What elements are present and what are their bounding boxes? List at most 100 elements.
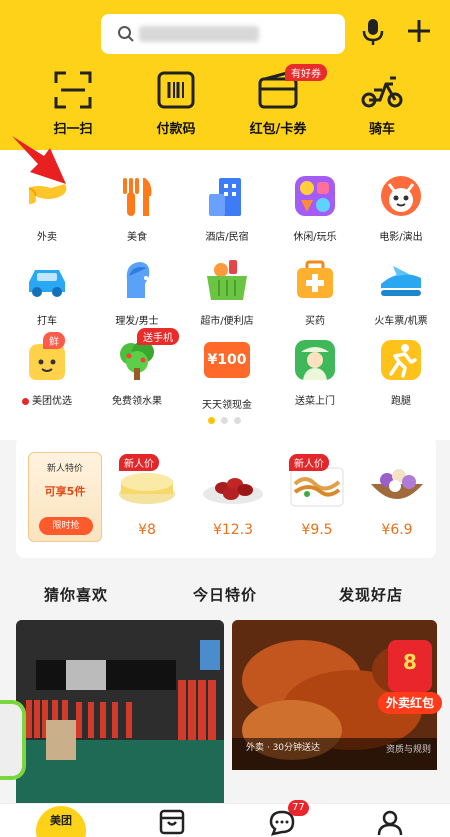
category-taxi[interactable]: 打车 <box>2 258 92 327</box>
orders-icon <box>159 809 185 835</box>
dates-icon <box>203 478 263 504</box>
promo-price: ¥12.3 <box>212 522 254 538</box>
page-indicator <box>208 417 241 424</box>
promo-price: ¥6.9 <box>381 522 413 538</box>
category-movie[interactable]: 电影/演出 <box>356 174 446 243</box>
search-placeholder <box>139 26 259 42</box>
quick-payment-code[interactable]: 付款码 <box>131 68 221 137</box>
app-screen: 扫一扫 付款码 有好券 红包/卡券 骑车 外卖 美食 酒店/民宿 休闲/玩乐 电… <box>0 0 450 837</box>
category-hotel[interactable]: 酒店/民宿 <box>182 174 272 243</box>
profile-icon <box>377 810 403 836</box>
quick-scan[interactable]: 扫一扫 <box>28 68 118 137</box>
taxi-icon <box>29 270 65 297</box>
message-badge: 77 <box>288 800 309 816</box>
category-medicine[interactable]: 买药 <box>270 258 360 327</box>
floating-side-handle[interactable] <box>0 700 26 780</box>
tab-daily-deals[interactable]: 今日特价 <box>193 584 257 605</box>
new-user-promo[interactable]: 新人特价 可享5件 限时抢 新人价 ¥8 ¥12.3 新人价 ¥9.5 ¥6.9 <box>16 436 436 558</box>
microphone-icon[interactable] <box>362 18 384 46</box>
nav-profile[interactable] <box>370 808 410 837</box>
page-dot-active <box>208 417 215 424</box>
train-plane-icon <box>381 266 421 296</box>
category-label: 电影/演出 <box>379 232 423 243</box>
grocery-delivery-icon <box>295 340 335 380</box>
search-icon <box>118 26 134 42</box>
promo-item[interactable]: 新人价 ¥9.5 <box>282 454 352 538</box>
promo-price: ¥9.5 <box>301 522 333 538</box>
tab-discover-shops[interactable]: 发现好店 <box>339 584 403 605</box>
category-label: 理发/男士 <box>115 316 159 327</box>
barcode-icon <box>157 71 195 109</box>
promo-item[interactable]: ¥6.9 <box>362 454 432 538</box>
category-youxuan[interactable]: 鲜 美团优选 <box>2 332 92 407</box>
header: 扫一扫 付款码 有好券 红包/卡券 骑车 <box>0 0 450 150</box>
category-label: 外卖 <box>37 232 57 243</box>
category-label: 免费领水果 <box>112 396 162 407</box>
category-label: 送菜上门 <box>295 396 335 407</box>
feed-card-store[interactable] <box>16 620 224 805</box>
category-label: 跑腿 <box>391 396 411 407</box>
takeout-red-packet[interactable]: 8 外卖红包 <box>378 640 442 718</box>
category-label: 休闲/玩乐 <box>293 232 337 243</box>
notification-dot <box>22 397 29 405</box>
category-label: 美食 <box>127 232 147 243</box>
coupon-badge: 有好券 <box>285 64 327 81</box>
feed-caption: 资质与规则 外卖 · 30分钟送达 <box>232 738 437 770</box>
promo-item[interactable]: 新人价 ¥8 <box>112 454 182 538</box>
search-input[interactable] <box>101 14 345 54</box>
errand-icon <box>381 340 421 380</box>
category-errand[interactable]: 跑腿 <box>356 338 446 407</box>
plus-icon[interactable] <box>405 17 433 45</box>
category-label: 美团优选 <box>2 392 92 407</box>
cash-icon: ¥100 <box>204 342 250 378</box>
red-packet-amount: 8 <box>403 650 417 674</box>
page-dot <box>221 417 228 424</box>
category-fruit[interactable]: 送手机 免费领水果 <box>92 328 182 407</box>
promo-subtitle: 可享5件 <box>44 485 86 498</box>
category-train-plane[interactable]: 火车票/机票 <box>356 258 446 327</box>
promo-grab-button[interactable]: 限时抢 <box>39 517 93 535</box>
quick-coupons[interactable]: 有好券 红包/卡券 <box>233 64 327 137</box>
new-user-tag: 新人价 <box>289 454 329 471</box>
red-packet-label: 外卖红包 <box>378 692 442 714</box>
category-label: 买药 <box>305 316 325 327</box>
category-barber[interactable]: 理发/男士 <box>92 258 182 327</box>
category-cash[interactable]: ¥100 天天领现金 <box>182 338 272 411</box>
qualification-rules-link[interactable]: 资质与规则 <box>386 740 431 760</box>
taro-icon <box>371 469 423 499</box>
promo-title: 新人特价 <box>46 464 83 474</box>
leisure-icon <box>295 176 335 216</box>
scooter-icon <box>361 76 403 108</box>
food-icon <box>123 178 152 216</box>
category-grid: 外卖 美食 酒店/民宿 休闲/玩乐 电影/演出 打车 理发/男士 超市/便利店 … <box>0 150 450 440</box>
promo-item[interactable]: ¥12.3 <box>198 454 268 538</box>
red-arrow-annotation <box>12 136 66 184</box>
promo-card[interactable]: 新人特价 可享5件 限时抢 <box>28 452 102 542</box>
quick-label: 骑车 <box>368 122 395 137</box>
barber-icon <box>126 262 150 298</box>
category-label: 打车 <box>37 316 57 327</box>
supermarket-icon <box>207 260 247 300</box>
page-dot <box>234 417 241 424</box>
quick-label: 付款码 <box>156 122 196 137</box>
category-label: 天天领现金 <box>202 400 252 411</box>
medicine-icon <box>297 260 333 298</box>
category-leisure[interactable]: 休闲/玩乐 <box>270 174 360 243</box>
tab-guess-you-like[interactable]: 猜你喜欢 <box>44 584 109 608</box>
movie-icon <box>381 176 421 216</box>
category-label-text: 美团优选 <box>32 396 72 407</box>
quick-label: 红包/卡券 <box>249 122 307 137</box>
category-food[interactable]: 美食 <box>92 174 182 243</box>
feed-tabs: 猜你喜欢 今日特价 发现好店 <box>0 576 450 612</box>
caption-text: 外卖 · 30分钟送达 <box>246 743 321 753</box>
category-grocery-delivery[interactable]: 送菜上门 <box>270 338 360 407</box>
quick-bike[interactable]: 骑车 <box>337 68 427 137</box>
category-label: 火车票/机票 <box>374 316 428 327</box>
category-supermarket[interactable]: 超市/便利店 <box>182 258 272 327</box>
hotel-icon <box>209 178 241 216</box>
category-label: 超市/便利店 <box>200 316 254 327</box>
nav-messages[interactable]: 77 <box>262 800 309 837</box>
nav-orders[interactable] <box>152 808 192 837</box>
fruit-badge: 送手机 <box>137 328 179 345</box>
category-label: 酒店/民宿 <box>205 232 249 243</box>
